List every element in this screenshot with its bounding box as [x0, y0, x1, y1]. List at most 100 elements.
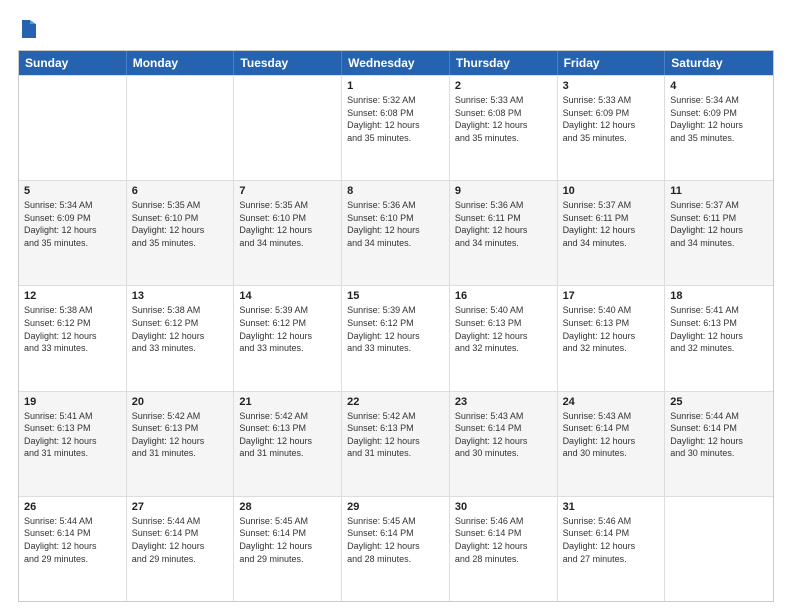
calendar-cell: 13Sunrise: 5:38 AM Sunset: 6:12 PM Dayli… [127, 286, 235, 390]
cell-info-text: Sunrise: 5:40 AM Sunset: 6:13 PM Dayligh… [563, 304, 660, 354]
cell-day-number: 21 [239, 396, 336, 408]
cell-info-text: Sunrise: 5:46 AM Sunset: 6:14 PM Dayligh… [455, 515, 552, 565]
calendar-cell: 16 Sunrise: 5:40 AM Sunset: 6:13 PM Dayli… [450, 286, 558, 390]
calendar-cell: 9 Sunrise: 5:36 AM Sunset: 6:11 PM Daylig… [450, 181, 558, 285]
cell-info-text: Sunrise: 5:44 AM Sunset: 6:14 PM Dayligh… [132, 515, 229, 565]
calendar-cell: 8 Sunrise: 5:36 AM Sunset: 6:10 PM Daylig… [342, 181, 450, 285]
calendar-row: 26Sunrise: 5:44 AM Sunset: 6:14 PM Dayli… [19, 496, 773, 601]
cell-day-number: 14 [239, 290, 336, 302]
calendar-cell: 17 Sunrise: 5:40 AM Sunset: 6:13 PM Dayli… [558, 286, 666, 390]
calendar-cell: 31Sunrise: 5:46 AM Sunset: 6:14 PM Dayli… [558, 497, 666, 601]
calendar-cell [127, 76, 235, 180]
calendar-cell: 26Sunrise: 5:44 AM Sunset: 6:14 PM Dayli… [19, 497, 127, 601]
calendar-cell: 5Sunrise: 5:34 AM Sunset: 6:09 PM Daylig… [19, 181, 127, 285]
page-header [18, 18, 774, 40]
cell-day-number: 25 [670, 396, 768, 408]
cell-day-number: 17 [563, 290, 660, 302]
cell-day-number: 1 [347, 80, 444, 92]
calendar-header-cell: Sunday [19, 51, 127, 75]
calendar-cell: 30 Sunrise: 5:46 AM Sunset: 6:14 PM Dayli… [450, 497, 558, 601]
calendar-cell: 25 Sunrise: 5:44 AM Sunset: 6:14 PM Dayli… [665, 392, 773, 496]
calendar-header-cell: Friday [558, 51, 666, 75]
calendar-row: 1 Sunrise: 5:32 AM Sunset: 6:08 PM Daylig… [19, 75, 773, 180]
cell-day-number: 24 [563, 396, 660, 408]
calendar-cell: 10 Sunrise: 5:37 AM Sunset: 6:11 PM Dayli… [558, 181, 666, 285]
calendar-cell [234, 76, 342, 180]
calendar-cell [19, 76, 127, 180]
cell-day-number: 12 [24, 290, 121, 302]
cell-info-text: Sunrise: 5:43 AM Sunset: 6:14 PM Dayligh… [455, 410, 552, 460]
cell-day-number: 9 [455, 185, 552, 197]
cell-day-number: 4 [670, 80, 768, 92]
cell-day-number: 6 [132, 185, 229, 197]
calendar-header-cell: Thursday [450, 51, 558, 75]
cell-info-text: Sunrise: 5:37 AM Sunset: 6:11 PM Dayligh… [563, 199, 660, 249]
cell-info-text: Sunrise: 5:38 AM Sunset: 6:12 PM Dayligh… [132, 304, 229, 354]
calendar-cell: 22Sunrise: 5:42 AM Sunset: 6:13 PM Dayli… [342, 392, 450, 496]
cell-day-number: 15 [347, 290, 444, 302]
cell-info-text: Sunrise: 5:32 AM Sunset: 6:08 PM Dayligh… [347, 94, 444, 144]
calendar-row: 19 Sunrise: 5:41 AM Sunset: 6:13 PM Dayli… [19, 391, 773, 496]
cell-info-text: Sunrise: 5:41 AM Sunset: 6:13 PM Dayligh… [670, 304, 768, 354]
calendar-cell: 28 Sunrise: 5:45 AM Sunset: 6:14 PM Dayli… [234, 497, 342, 601]
cell-info-text: Sunrise: 5:45 AM Sunset: 6:14 PM Dayligh… [239, 515, 336, 565]
cell-info-text: Sunrise: 5:35 AM Sunset: 6:10 PM Dayligh… [132, 199, 229, 249]
cell-day-number: 5 [24, 185, 121, 197]
cell-day-number: 19 [24, 396, 121, 408]
cell-info-text: Sunrise: 5:44 AM Sunset: 6:14 PM Dayligh… [24, 515, 121, 565]
cell-info-text: Sunrise: 5:43 AM Sunset: 6:14 PM Dayligh… [563, 410, 660, 460]
cell-day-number: 22 [347, 396, 444, 408]
cell-info-text: Sunrise: 5:44 AM Sunset: 6:14 PM Dayligh… [670, 410, 768, 460]
cell-day-number: 29 [347, 501, 444, 513]
cell-day-number: 16 [455, 290, 552, 302]
calendar-cell: 12 Sunrise: 5:38 AM Sunset: 6:12 PM Dayli… [19, 286, 127, 390]
cell-day-number: 8 [347, 185, 444, 197]
cell-info-text: Sunrise: 5:33 AM Sunset: 6:09 PM Dayligh… [563, 94, 660, 144]
cell-day-number: 18 [670, 290, 768, 302]
calendar-header-row: SundayMondayTuesdayWednesdayThursdayFrid… [19, 51, 773, 75]
cell-info-text: Sunrise: 5:37 AM Sunset: 6:11 PM Dayligh… [670, 199, 768, 249]
calendar-cell: 14 Sunrise: 5:39 AM Sunset: 6:12 PM Dayli… [234, 286, 342, 390]
calendar-cell: 20 Sunrise: 5:42 AM Sunset: 6:13 PM Dayli… [127, 392, 235, 496]
calendar-cell: 4 Sunrise: 5:34 AM Sunset: 6:09 PM Daylig… [665, 76, 773, 180]
calendar-cell: 24 Sunrise: 5:43 AM Sunset: 6:14 PM Dayli… [558, 392, 666, 496]
logo-icon [20, 18, 38, 40]
calendar-body: 1 Sunrise: 5:32 AM Sunset: 6:08 PM Daylig… [19, 75, 773, 601]
calendar-header-cell: Tuesday [234, 51, 342, 75]
cell-info-text: Sunrise: 5:36 AM Sunset: 6:10 PM Dayligh… [347, 199, 444, 249]
cell-info-text: Sunrise: 5:36 AM Sunset: 6:11 PM Dayligh… [455, 199, 552, 249]
cell-info-text: Sunrise: 5:34 AM Sunset: 6:09 PM Dayligh… [670, 94, 768, 144]
cell-info-text: Sunrise: 5:33 AM Sunset: 6:08 PM Dayligh… [455, 94, 552, 144]
cell-day-number: 27 [132, 501, 229, 513]
cell-day-number: 7 [239, 185, 336, 197]
cell-day-number: 28 [239, 501, 336, 513]
cell-info-text: Sunrise: 5:42 AM Sunset: 6:13 PM Dayligh… [132, 410, 229, 460]
calendar-header-cell: Wednesday [342, 51, 450, 75]
cell-day-number: 31 [563, 501, 660, 513]
cell-day-number: 11 [670, 185, 768, 197]
calendar-cell: 3Sunrise: 5:33 AM Sunset: 6:09 PM Daylig… [558, 76, 666, 180]
calendar-cell: 7 Sunrise: 5:35 AM Sunset: 6:10 PM Daylig… [234, 181, 342, 285]
calendar-row: 12 Sunrise: 5:38 AM Sunset: 6:12 PM Dayli… [19, 285, 773, 390]
calendar: SundayMondayTuesdayWednesdayThursdayFrid… [18, 50, 774, 602]
calendar-cell: 11 Sunrise: 5:37 AM Sunset: 6:11 PM Dayli… [665, 181, 773, 285]
cell-info-text: Sunrise: 5:39 AM Sunset: 6:12 PM Dayligh… [347, 304, 444, 354]
cell-info-text: Sunrise: 5:42 AM Sunset: 6:13 PM Dayligh… [239, 410, 336, 460]
cell-info-text: Sunrise: 5:45 AM Sunset: 6:14 PM Dayligh… [347, 515, 444, 565]
cell-info-text: Sunrise: 5:38 AM Sunset: 6:12 PM Dayligh… [24, 304, 121, 354]
calendar-cell: 21 Sunrise: 5:42 AM Sunset: 6:13 PM Dayli… [234, 392, 342, 496]
cell-info-text: Sunrise: 5:40 AM Sunset: 6:13 PM Dayligh… [455, 304, 552, 354]
logo [18, 18, 38, 40]
cell-day-number: 30 [455, 501, 552, 513]
cell-day-number: 20 [132, 396, 229, 408]
cell-info-text: Sunrise: 5:41 AM Sunset: 6:13 PM Dayligh… [24, 410, 121, 460]
cell-info-text: Sunrise: 5:39 AM Sunset: 6:12 PM Dayligh… [239, 304, 336, 354]
calendar-cell: 6 Sunrise: 5:35 AM Sunset: 6:10 PM Daylig… [127, 181, 235, 285]
cell-info-text: Sunrise: 5:35 AM Sunset: 6:10 PM Dayligh… [239, 199, 336, 249]
calendar-cell: 19 Sunrise: 5:41 AM Sunset: 6:13 PM Dayli… [19, 392, 127, 496]
cell-day-number: 10 [563, 185, 660, 197]
calendar-cell: 27 Sunrise: 5:44 AM Sunset: 6:14 PM Dayli… [127, 497, 235, 601]
calendar-cell: 18 Sunrise: 5:41 AM Sunset: 6:13 PM Dayli… [665, 286, 773, 390]
calendar-cell: 29 Sunrise: 5:45 AM Sunset: 6:14 PM Dayli… [342, 497, 450, 601]
calendar-cell [665, 497, 773, 601]
